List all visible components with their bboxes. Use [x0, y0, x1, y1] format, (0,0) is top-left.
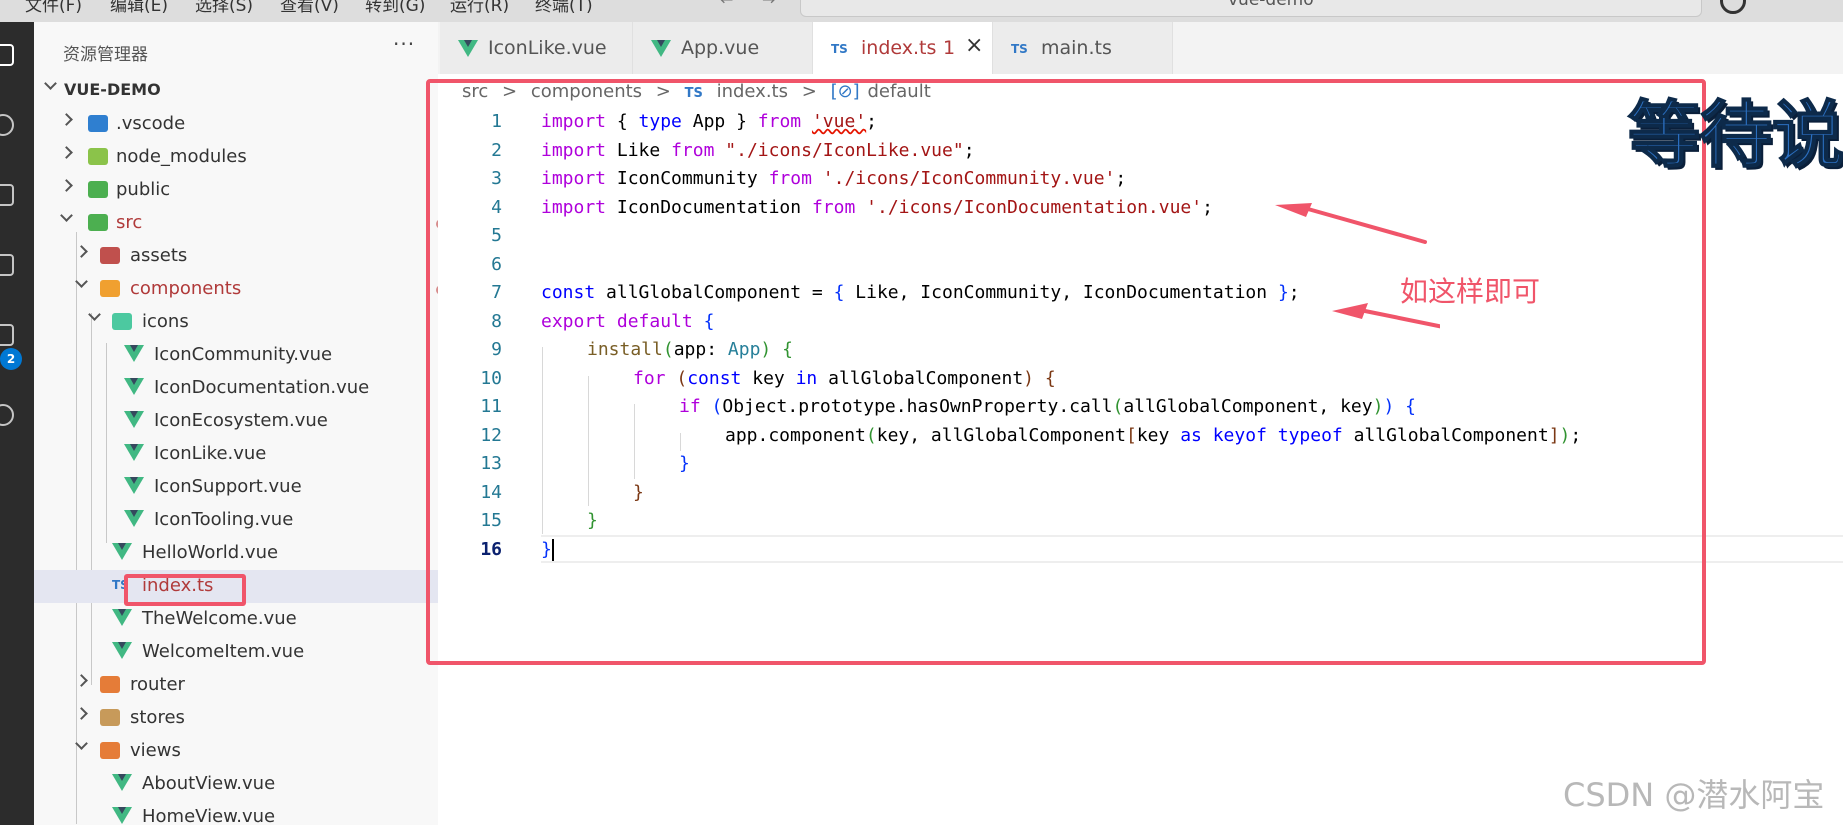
vue-file-icon [124, 477, 144, 494]
explorer-title: 资源管理器 [63, 45, 148, 65]
tree-item-router[interactable]: router [34, 669, 438, 702]
vue-file-icon [124, 411, 144, 428]
vue-file-icon [112, 609, 132, 626]
vue-file-icon [112, 774, 132, 791]
activity-bar [0, 22, 34, 825]
overlay-caption: 等待说 [1627, 92, 1843, 178]
tree-item-views[interactable]: views [34, 735, 438, 768]
workspace-name: VUE-DEMO [64, 80, 161, 99]
tree-item-file[interactable]: IconDocumentation.vue [34, 372, 438, 405]
vue-file-icon [124, 510, 144, 527]
vue-file-icon [124, 378, 144, 395]
ts-file-icon: TS [831, 42, 848, 56]
menu-view[interactable]: 查看(V) [280, 0, 339, 16]
menu-file[interactable]: 文件(F) [25, 0, 82, 16]
tree-item-file[interactable]: IconEcosystem.vue [34, 405, 438, 438]
folder-components-icon [100, 280, 120, 297]
tab-iconlike[interactable]: IconLike.vue [440, 22, 633, 74]
tab-app[interactable]: App.vue [633, 22, 813, 74]
folder-views-icon [100, 742, 120, 759]
settings-icon[interactable] [0, 404, 14, 426]
tree-item-file[interactable]: AboutView.vue [34, 768, 438, 801]
vue-file-icon [651, 40, 671, 57]
back-arrow-icon[interactable]: ← [720, 0, 733, 9]
vue-file-icon [458, 40, 478, 57]
folder-icons-icon [112, 313, 132, 330]
vue-file-icon [124, 444, 144, 461]
search-icon[interactable] [0, 114, 14, 136]
folder-router-icon [100, 676, 120, 693]
tree-item-icons[interactable]: icons [34, 306, 438, 339]
tree-item-file[interactable]: IconLike.vue [34, 438, 438, 471]
tree-item-file[interactable]: IconCommunity.vue [34, 339, 438, 372]
tree-item-vscode[interactable]: .vscode [34, 108, 438, 141]
tree-root[interactable]: VUE-DEMO [34, 75, 438, 108]
tree-item-node-modules[interactable]: node_modules [34, 141, 438, 174]
tree-item-file[interactable]: HelloWorld.vue [34, 537, 438, 570]
run-debug-icon[interactable] [0, 254, 14, 276]
menu-selection[interactable]: 选择(S) [195, 0, 253, 16]
vue-file-icon [112, 642, 132, 659]
menu-bar: 文件(F) 编辑(E) 选择(S) 查看(V) 转到(G) 运行(R) 终端(T… [0, 0, 1843, 22]
folder-stores-icon [100, 709, 120, 726]
tab-index-ts[interactable]: TS index.ts 1 × [813, 22, 993, 74]
tree-item-file[interactable]: WelcomeItem.vue [34, 636, 438, 669]
menu-terminal[interactable]: 终端(T) [535, 0, 593, 16]
annotation-box [426, 79, 1706, 665]
extensions-icon[interactable] [0, 324, 14, 346]
tab-problem-count: 1 [943, 37, 956, 59]
tab-main-ts[interactable]: TS main.ts [993, 22, 1173, 74]
tree-item-file[interactable]: IconTooling.vue [34, 504, 438, 537]
tree-item-public[interactable]: public [34, 174, 438, 207]
tree-item-file[interactable]: TheWelcome.vue [34, 603, 438, 636]
arrow-to-line-4 [1275, 203, 1427, 244]
menu-edit[interactable]: 编辑(E) [110, 0, 168, 16]
close-icon[interactable]: × [965, 33, 983, 58]
arrow-to-line-7 [1332, 303, 1440, 329]
vue-file-icon [124, 345, 144, 362]
tree-item-assets[interactable]: assets [34, 240, 438, 273]
folder-public-icon [88, 181, 108, 198]
tree-item-stores[interactable]: stores [34, 702, 438, 735]
watermark: CSDN @潜水阿宝 [1563, 776, 1825, 814]
vue-file-icon [112, 807, 132, 824]
tree-item-file[interactable]: IconSupport.vue [34, 471, 438, 504]
copilot-icon[interactable] [1720, 0, 1746, 14]
folder-src-icon [88, 214, 108, 231]
tree-item-src[interactable]: src [34, 207, 446, 240]
tree-item-components[interactable]: components [34, 273, 446, 306]
tree-item-file[interactable]: HomeView.vue [34, 801, 438, 834]
folder-vscode-icon [88, 115, 108, 132]
command-center-label: vue-demo [1228, 0, 1314, 10]
extensions-badge: 2 [0, 348, 22, 370]
menu-run[interactable]: 运行(R) [450, 0, 509, 16]
source-control-icon[interactable] [0, 184, 14, 206]
annotation-file-highlight [124, 574, 246, 606]
explorer-icon[interactable] [0, 44, 14, 66]
more-actions-icon[interactable]: ··· [393, 32, 415, 56]
folder-node-icon [88, 148, 108, 165]
forward-arrow-icon[interactable]: → [762, 0, 775, 9]
menu-go[interactable]: 转到(G) [365, 0, 425, 16]
vue-file-icon [112, 543, 132, 560]
ts-file-icon: TS [1011, 42, 1028, 56]
annotation-arrows [1275, 203, 1440, 329]
folder-assets-icon [100, 247, 120, 264]
